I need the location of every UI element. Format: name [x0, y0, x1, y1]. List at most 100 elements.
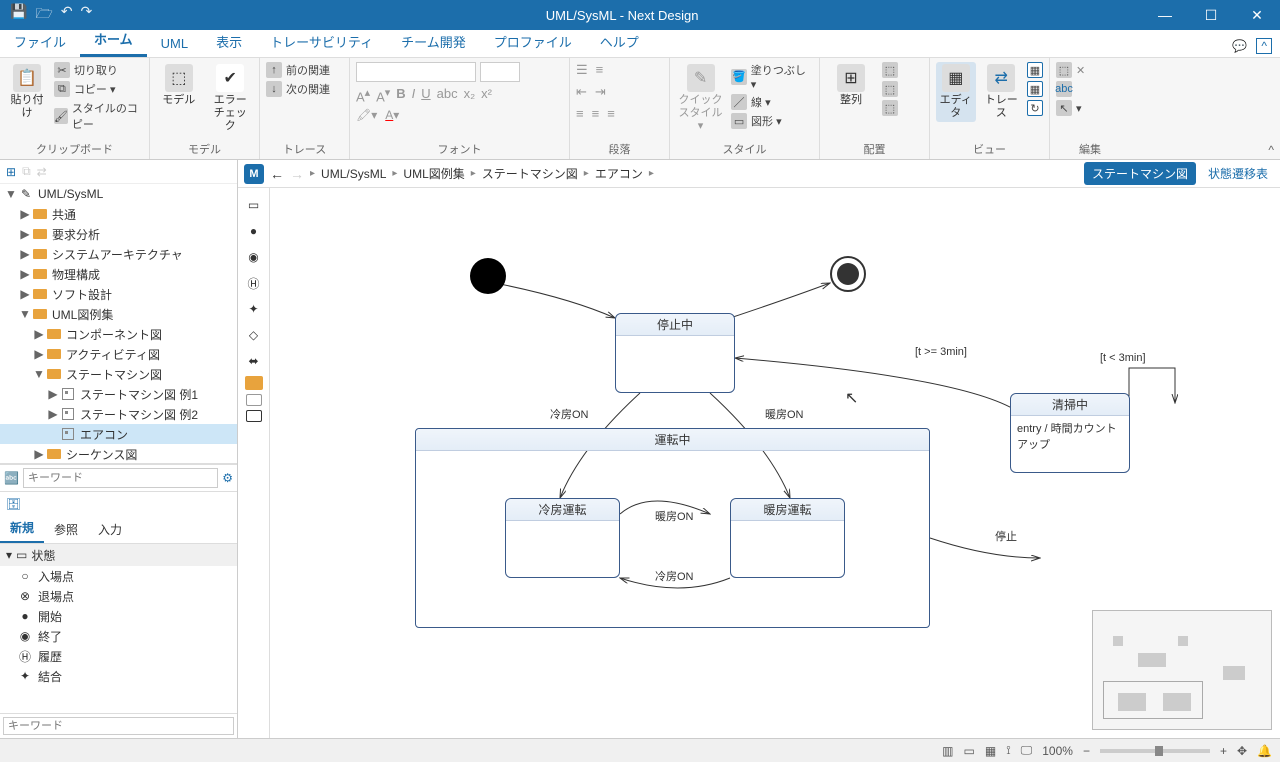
- tree-item[interactable]: ▶アクティビティ図: [0, 344, 237, 364]
- subscript-icon[interactable]: x₂: [464, 86, 476, 104]
- state-cooling[interactable]: 冷房運転: [505, 498, 620, 578]
- tree-item[interactable]: ▶ステートマシン図 例2: [0, 404, 237, 424]
- palette-item[interactable]: ⊗退場点: [0, 586, 237, 606]
- align-opt1[interactable]: ⬚: [882, 62, 898, 78]
- palette-item[interactable]: ✦結合: [0, 666, 237, 686]
- menu-traceability[interactable]: トレーサビリティ: [256, 26, 387, 57]
- fill-button[interactable]: 🪣塗りつぶし ▾: [731, 62, 813, 91]
- tree-search-input[interactable]: [23, 468, 218, 488]
- tree-root[interactable]: ▼✎UML/SysML: [0, 184, 237, 204]
- underline-icon[interactable]: U: [421, 86, 430, 104]
- palette-tab-input[interactable]: 入力: [88, 516, 132, 543]
- font-size-select[interactable]: [480, 62, 520, 82]
- zoom-slider[interactable]: [1100, 749, 1210, 753]
- crumb-2[interactable]: ステートマシン図: [482, 165, 578, 182]
- tree-tool-3-icon[interactable]: ⇄: [37, 165, 47, 179]
- sb-layout2-icon[interactable]: ▭: [964, 744, 975, 758]
- view-opt3[interactable]: ↻: [1027, 100, 1043, 116]
- palette-item[interactable]: ○入場点: [0, 566, 237, 586]
- indent-icon[interactable]: ⇥: [595, 84, 606, 100]
- tree-item[interactable]: ▶物理構成: [0, 264, 237, 284]
- tree-item[interactable]: ▶シーケンス図: [0, 444, 237, 464]
- quick-style-button[interactable]: ✎ クイック スタイル ▾: [676, 62, 725, 136]
- sb-move-icon[interactable]: ✥: [1237, 744, 1247, 758]
- prev-relation-button[interactable]: ↑前の関連: [266, 62, 330, 78]
- line-button[interactable]: ／線 ▾: [731, 94, 813, 110]
- font-family-select[interactable]: [356, 62, 476, 82]
- tree-item[interactable]: ▶システムアーキテクチャ: [0, 244, 237, 264]
- tree-item[interactable]: ▼UML図例集: [0, 304, 237, 324]
- tool-history-icon[interactable]: Ⓗ: [243, 272, 265, 294]
- sb-layout1-icon[interactable]: ▥: [942, 744, 953, 758]
- crumb-0[interactable]: UML/SysML: [321, 167, 386, 181]
- font-color-icon[interactable]: A▾: [385, 108, 399, 122]
- tool-region-icon[interactable]: [245, 376, 263, 390]
- tree-item[interactable]: ▶共通: [0, 204, 237, 224]
- minimap[interactable]: [1092, 610, 1272, 730]
- bullets-icon[interactable]: ☰: [576, 62, 588, 78]
- help-balloon-icon[interactable]: 💬: [1232, 39, 1247, 53]
- align-left-icon[interactable]: ≡: [576, 106, 584, 121]
- edit-opt1[interactable]: ⬚✕: [1056, 62, 1085, 78]
- view-statemachine-button[interactable]: ステートマシン図: [1084, 162, 1196, 185]
- state-heating[interactable]: 暖房運転: [730, 498, 845, 578]
- view-transition-table-link[interactable]: 状態遷移表: [1208, 165, 1268, 182]
- palette-group-header[interactable]: ▾▭状態: [0, 544, 237, 566]
- sb-bell-icon[interactable]: 🔔: [1257, 744, 1272, 758]
- menu-uml[interactable]: UML: [147, 30, 202, 57]
- sb-screen-icon[interactable]: 🖵: [1021, 743, 1033, 758]
- maximize-button[interactable]: ☐: [1188, 7, 1234, 24]
- tree-item[interactable]: ▶ソフト設計: [0, 284, 237, 304]
- highlight-icon[interactable]: 🖍▾: [356, 108, 377, 122]
- menu-display[interactable]: 表示: [202, 26, 256, 57]
- cut-button[interactable]: ✂切り取り: [54, 62, 143, 78]
- tree-item[interactable]: ▶ステートマシン図 例1: [0, 384, 237, 404]
- tree-item[interactable]: ▼ステートマシン図: [0, 364, 237, 384]
- tool-choice-icon[interactable]: ◇: [243, 324, 265, 346]
- outdent-icon[interactable]: ⇤: [576, 84, 587, 100]
- menu-file[interactable]: ファイル: [0, 26, 80, 57]
- tree-item[interactable]: ▶要求分析: [0, 224, 237, 244]
- sb-target-icon[interactable]: ⟟: [1006, 743, 1010, 758]
- menu-help[interactable]: ヘルプ: [586, 26, 653, 57]
- style-copy-button[interactable]: 🖌スタイルのコピー: [54, 100, 143, 132]
- state-running[interactable]: 運転中: [415, 428, 930, 628]
- ribbon-expand-icon[interactable]: ^: [1268, 143, 1274, 157]
- ribbon-collapse-icon[interactable]: ^: [1256, 38, 1272, 54]
- zoom-value[interactable]: 100%: [1042, 744, 1073, 758]
- sb-layout3-icon[interactable]: ▦: [985, 744, 996, 758]
- search-filter-icon[interactable]: ⚙: [222, 471, 233, 485]
- model-tree[interactable]: ▼✎UML/SysML ▶共通▶要求分析▶システムアーキテクチャ▶物理構成▶ソフ…: [0, 184, 237, 464]
- shape-button[interactable]: ▭図形 ▾: [731, 113, 813, 129]
- qat-undo-icon[interactable]: ↶: [61, 3, 73, 27]
- crumb-1[interactable]: UML図例集: [403, 165, 464, 182]
- trace-view-button[interactable]: ⇄ トレース: [982, 62, 1022, 122]
- zoom-in-icon[interactable]: +: [1220, 744, 1227, 758]
- tool-initial-icon[interactable]: ●: [243, 220, 265, 242]
- numbering-icon[interactable]: ≡: [596, 62, 604, 78]
- tree-tool-1-icon[interactable]: ⊞: [6, 165, 16, 179]
- nav-back-icon[interactable]: ←: [270, 166, 284, 182]
- palette-tab-ref[interactable]: 参照: [44, 516, 88, 543]
- align-opt3[interactable]: ⬚: [882, 100, 898, 116]
- tree-item[interactable]: ▶コンポーネント図: [0, 324, 237, 344]
- paste-button[interactable]: 📋 貼り付け: [6, 62, 48, 122]
- palette-search-input[interactable]: [3, 717, 234, 735]
- tool-final-icon[interactable]: ◉: [243, 246, 265, 268]
- state-stopped[interactable]: 停止中: [615, 313, 735, 393]
- palette-icon[interactable]: 🗄: [6, 497, 21, 511]
- superscript-icon[interactable]: x²: [481, 86, 492, 104]
- zoom-out-icon[interactable]: −: [1083, 744, 1090, 758]
- model-button[interactable]: ⬚ モデル: [156, 62, 202, 109]
- menu-profile[interactable]: プロファイル: [480, 26, 586, 57]
- state-cleaning[interactable]: 清掃中 entry / 時間カウントアップ: [1010, 393, 1130, 473]
- breadcrumb-home-icon[interactable]: M: [244, 164, 264, 184]
- next-relation-button[interactable]: ↓次の関連: [266, 81, 330, 97]
- tool-note-icon[interactable]: [246, 394, 262, 406]
- edit-opt3[interactable]: ↖▾: [1056, 100, 1085, 116]
- tool-join-icon[interactable]: ✦: [243, 298, 265, 320]
- crumb-3[interactable]: エアコン: [595, 165, 643, 182]
- strike-icon[interactable]: abc: [437, 86, 458, 104]
- close-button[interactable]: ✕: [1234, 7, 1280, 24]
- qat-open-icon[interactable]: 🗁: [35, 3, 52, 27]
